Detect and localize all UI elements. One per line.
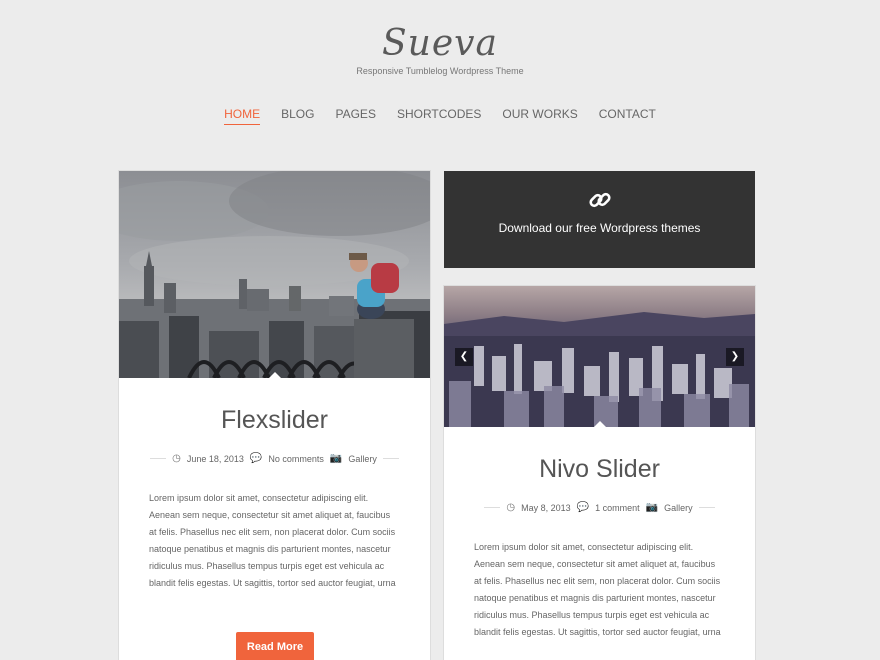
camera-icon: 📷 (329, 453, 343, 464)
post-title[interactable]: Flexslider (119, 406, 430, 435)
site-logo[interactable]: Sueva Responsive Tumblelog Wordpress The… (0, 24, 880, 77)
post-featured-image[interactable] (119, 171, 430, 378)
comments-icon: 💬 (249, 453, 263, 464)
clock-icon: ◷ (172, 453, 181, 464)
post-excerpt: Lorem ipsum dolor sit amet, consectetur … (149, 493, 396, 588)
post-excerpt: Lorem ipsum dolor sit amet, consectetur … (474, 542, 721, 637)
post-date-text: May 8, 2013 (521, 502, 571, 513)
download-text[interactable]: Download our free Wordpress themes (444, 221, 755, 235)
post-comments-text[interactable]: 1 comment (595, 503, 640, 513)
post-comments[interactable]: 💬 1 comment (577, 502, 640, 513)
site-title[interactable]: Sueva (0, 24, 880, 64)
slider-prev-button[interactable]: ❮ (455, 348, 473, 366)
post-card-flexslider: Flexslider ◷ June 18, 2013 💬 No comments… (119, 171, 430, 660)
post-card-nivo-slider: ❮ ❯ Nivo Slider ◷ May 8, 2013 💬 1 commen… (444, 286, 755, 660)
link-icon (588, 188, 612, 217)
post-comments[interactable]: 💬 No comments (250, 453, 324, 464)
post-category[interactable]: 📷 Gallery (646, 502, 693, 513)
site-tagline: Responsive Tumblelog Wordpress Theme (356, 66, 524, 76)
city-aerial-photo (444, 312, 755, 427)
city-rooftop-photo (119, 171, 430, 378)
post-date: ◷ June 18, 2013 (172, 453, 244, 464)
camera-icon: 📷 (645, 502, 659, 513)
post-category-text[interactable]: Gallery (664, 503, 693, 513)
post-title[interactable]: Nivo Slider (444, 455, 755, 484)
nav-item-pages[interactable]: Pages (335, 107, 375, 125)
comments-icon: 💬 (576, 502, 590, 513)
read-more-button[interactable]: Read More (236, 632, 314, 660)
meta-divider (382, 458, 399, 459)
post-date-text: June 18, 2013 (186, 453, 244, 464)
slider-next-button[interactable]: ❯ (726, 348, 744, 366)
nav-item-our-works[interactable]: Our Works (502, 107, 577, 125)
meta-divider (484, 507, 501, 508)
meta-divider (150, 458, 167, 459)
nav-item-contact[interactable]: Contact (599, 107, 656, 125)
post-date: ◷ May 8, 2013 (506, 502, 570, 513)
post-meta: ◷ May 8, 2013 💬 1 comment 📷 Gallery (444, 502, 755, 513)
nav-item-home[interactable]: Home (224, 107, 261, 125)
meta-divider (698, 507, 715, 508)
image-notch (593, 421, 606, 427)
image-notch (268, 372, 281, 378)
post-category[interactable]: 📷 Gallery (330, 453, 377, 464)
post-category-text[interactable]: Gallery (348, 454, 377, 464)
nav-item-shortcodes[interactable]: Shortcodes (397, 107, 481, 125)
clock-icon: ◷ (506, 502, 516, 513)
nav-item-blog[interactable]: Blog (281, 107, 314, 125)
download-themes-box[interactable]: Download our free Wordpress themes (444, 171, 755, 268)
main-nav: Home Blog Pages Shortcodes Our Works Con… (0, 107, 880, 125)
post-meta: ◷ June 18, 2013 💬 No comments 📷 Gallery (119, 453, 430, 464)
post-comments-text[interactable]: No comments (268, 454, 324, 464)
post-slider-image[interactable]: ❮ ❯ (444, 286, 755, 427)
